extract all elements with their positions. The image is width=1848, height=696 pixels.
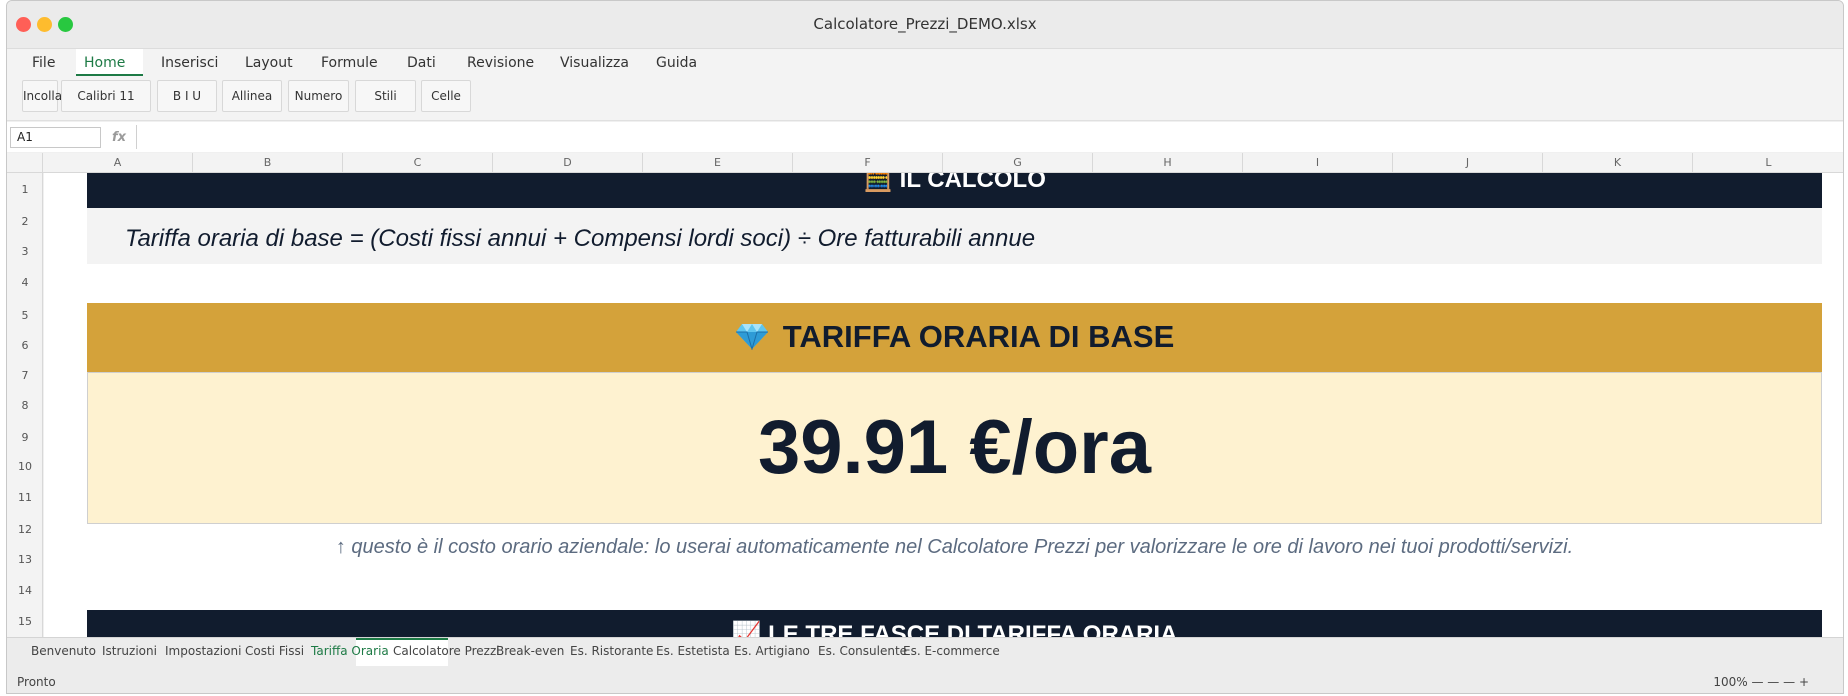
tab-tariffa-oraria[interactable]: Tariffa Oraria bbox=[311, 644, 389, 658]
menu-formule[interactable]: Formule bbox=[321, 55, 378, 71]
result-header[interactable]: TARIFFA ORARIA DI BASE bbox=[87, 303, 1822, 372]
row-header-11[interactable]: 11 bbox=[7, 491, 42, 504]
calc-section-header: 🧮 IL CALCOLO bbox=[87, 173, 1822, 208]
hourly-rate-value[interactable]: 39.91 €/ora bbox=[87, 372, 1822, 524]
row-header-14[interactable]: 14 bbox=[7, 584, 42, 597]
column-header-bar: A B C D E F G H I J K L bbox=[7, 153, 1843, 173]
menu-visualizza[interactable]: Visualizza bbox=[560, 55, 629, 71]
result-header-label: TARIFFA ORARIA DI BASE bbox=[782, 319, 1175, 354]
tiers-section-header: 📈 LE TRE FASCE DI TARIFFA ORARIA bbox=[87, 610, 1822, 637]
menu-home[interactable]: Home bbox=[84, 55, 125, 71]
cells-button[interactable]: Celle bbox=[421, 80, 471, 112]
formula-input[interactable] bbox=[143, 126, 1833, 148]
font-button[interactable]: Calibri 11 bbox=[61, 80, 151, 112]
gem-icon bbox=[735, 324, 768, 350]
column-header-h[interactable]: H bbox=[1093, 153, 1243, 173]
title-bar: Calcolatore_Prezzi_DEMO.xlsx bbox=[7, 1, 1843, 49]
zoom-control[interactable]: 100% — — — + bbox=[1713, 675, 1809, 689]
row-header-12[interactable]: 12 bbox=[7, 523, 42, 536]
tab-istruzioni[interactable]: Istruzioni bbox=[102, 644, 157, 658]
column-header-i[interactable]: I bbox=[1243, 153, 1393, 173]
row-header-8[interactable]: 8 bbox=[7, 399, 42, 412]
tab-benvenuto[interactable]: Benvenuto bbox=[31, 644, 96, 658]
row-header-1[interactable]: 1 bbox=[7, 183, 42, 196]
row-header-10[interactable]: 10 bbox=[7, 460, 42, 473]
sheet-tab-bar: Benvenuto Istruzioni Impostazioni Costi … bbox=[7, 637, 1843, 669]
tab-impostazioni[interactable]: Impostazioni bbox=[165, 644, 241, 658]
tab-es-e-commerce[interactable]: Es. E-commerce bbox=[903, 644, 1000, 658]
column-header-e[interactable]: E bbox=[643, 153, 793, 173]
tab-costi-fissi[interactable]: Costi Fissi bbox=[245, 644, 304, 658]
row-header-13[interactable]: 13 bbox=[7, 553, 42, 566]
menu-home-underline bbox=[76, 74, 143, 76]
ribbon-toolbar: Incolla Calibri 11 B I U Allinea Numero … bbox=[7, 77, 1843, 121]
menu-revisione[interactable]: Revisione bbox=[467, 55, 534, 71]
formula-separator bbox=[136, 125, 137, 149]
column-header-j[interactable]: J bbox=[1393, 153, 1543, 173]
row-header-5[interactable]: 5 bbox=[7, 309, 42, 322]
formula-bar: A1 fx bbox=[7, 122, 1843, 152]
formula-description-cell[interactable]: Tariffa oraria di base = (Costi fissi an… bbox=[87, 208, 1822, 264]
column-header-g[interactable]: G bbox=[943, 153, 1093, 173]
row-header-15[interactable]: 15 bbox=[7, 615, 42, 628]
hourly-rate-note: ↑ questo è il costo orario aziendale: lo… bbox=[335, 536, 1574, 558]
tab-es-ristorante[interactable]: Es. Ristorante bbox=[570, 644, 653, 658]
menu-inserisci[interactable]: Inserisci bbox=[161, 55, 218, 71]
row-header-3[interactable]: 3 bbox=[7, 245, 42, 258]
tab-calcolatore-prezzi[interactable]: Calcolatore Prezzi bbox=[393, 644, 500, 658]
window-title: Calcolatore_Prezzi_DEMO.xlsx bbox=[813, 15, 1037, 33]
styles-button[interactable]: Stili bbox=[355, 80, 416, 112]
align-button[interactable]: Allinea bbox=[222, 80, 282, 112]
tab-es-estetista[interactable]: Es. Estetista bbox=[656, 644, 730, 658]
calc-section-title: 🧮 IL CALCOLO bbox=[863, 173, 1046, 193]
sheet-grid[interactable]: 🧮 IL CALCOLO Tariffa oraria di base = (C… bbox=[44, 173, 1843, 637]
select-all-corner[interactable] bbox=[7, 153, 43, 173]
menu-file[interactable]: File bbox=[32, 55, 55, 71]
row-header-4[interactable]: 4 bbox=[7, 276, 42, 289]
row-header-7[interactable]: 7 bbox=[7, 369, 42, 382]
row-header-2[interactable]: 2 bbox=[7, 215, 42, 228]
tab-es-artigiano[interactable]: Es. Artigiano bbox=[734, 644, 810, 658]
column-header-k[interactable]: K bbox=[1543, 153, 1693, 173]
bold-italic-underline-button[interactable]: B I U bbox=[157, 80, 217, 112]
menu-guida[interactable]: Guida bbox=[656, 55, 697, 71]
column-header-a[interactable]: A bbox=[43, 153, 193, 173]
menu-dati[interactable]: Dati bbox=[407, 55, 436, 71]
number-format-button[interactable]: Numero bbox=[288, 80, 349, 112]
column-header-c[interactable]: C bbox=[343, 153, 493, 173]
column-header-d[interactable]: D bbox=[493, 153, 643, 173]
row-header-9[interactable]: 9 bbox=[7, 431, 42, 444]
paste-button[interactable]: Incolla bbox=[22, 80, 62, 112]
name-box[interactable]: A1 bbox=[10, 127, 101, 148]
menu-layout[interactable]: Layout bbox=[245, 55, 293, 71]
column-header-f[interactable]: F bbox=[793, 153, 943, 173]
fx-icon: fx bbox=[112, 130, 127, 145]
column-header-l[interactable]: L bbox=[1693, 153, 1843, 173]
tab-break-even[interactable]: Break-even bbox=[496, 644, 564, 658]
status-bar: Pronto 100% — — — + bbox=[7, 669, 1843, 693]
tab-es-consulente[interactable]: Es. Consulente bbox=[818, 644, 907, 658]
status-text: Pronto bbox=[17, 675, 56, 689]
row-header-bar: 1 2 3 4 5 6 7 8 9 10 11 12 13 14 15 bbox=[7, 173, 43, 637]
menu-bar: File Home Inserisci Layout Formule Dati … bbox=[7, 49, 1843, 77]
row-header-6[interactable]: 6 bbox=[7, 339, 42, 352]
column-header-b[interactable]: B bbox=[193, 153, 343, 173]
formula-description: Tariffa oraria di base = (Costi fissi an… bbox=[125, 225, 1036, 252]
spreadsheet-window: Calcolatore_Prezzi_DEMO.xlsx File Home I… bbox=[6, 0, 1844, 694]
